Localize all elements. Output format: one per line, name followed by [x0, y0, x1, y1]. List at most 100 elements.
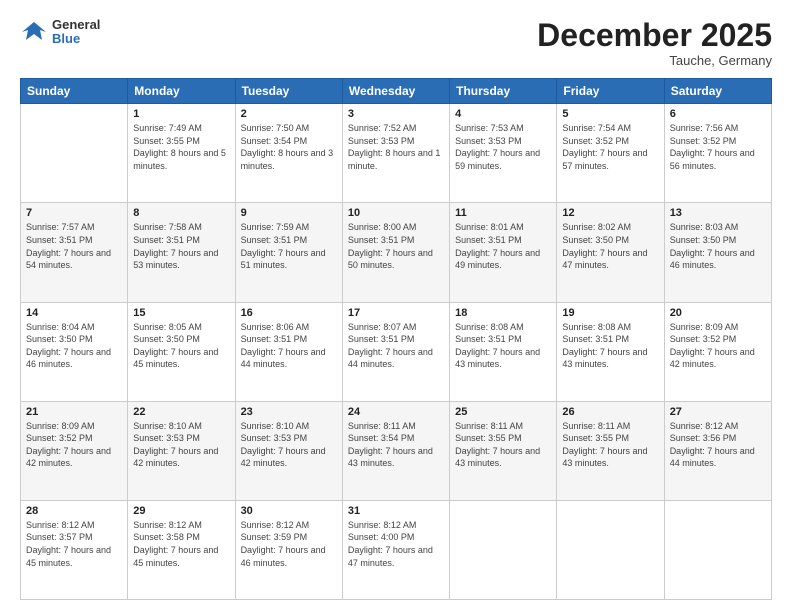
day-number: 2	[241, 108, 337, 120]
day-number: 12	[562, 207, 658, 219]
day-number: 27	[670, 406, 766, 418]
calendar-week-row: 21 Sunrise: 8:09 AM Sunset: 3:52 PM Dayli…	[21, 401, 772, 500]
day-info: Sunrise: 8:00 AM Sunset: 3:51 PM Dayligh…	[348, 221, 444, 271]
day-info: Sunrise: 8:12 AM Sunset: 4:00 PM Dayligh…	[348, 519, 444, 569]
day-info: Sunrise: 7:49 AM Sunset: 3:55 PM Dayligh…	[133, 122, 229, 172]
table-row: 29 Sunrise: 8:12 AM Sunset: 3:58 PM Dayli…	[128, 500, 235, 599]
calendar-week-row: 1 Sunrise: 7:49 AM Sunset: 3:55 PM Daylig…	[21, 104, 772, 203]
month-title: December 2025	[537, 18, 772, 53]
table-row: 28 Sunrise: 8:12 AM Sunset: 3:57 PM Dayli…	[21, 500, 128, 599]
day-number: 8	[133, 207, 229, 219]
day-number: 9	[241, 207, 337, 219]
day-number: 4	[455, 108, 551, 120]
table-row: 7Sunrise: 7:57 AM Sunset: 3:51 PM Daylig…	[21, 203, 128, 302]
col-friday: Friday	[557, 79, 664, 104]
day-info: Sunrise: 8:03 AM Sunset: 3:50 PM Dayligh…	[670, 221, 766, 271]
table-row: 27 Sunrise: 8:12 AM Sunset: 3:56 PM Dayli…	[664, 401, 771, 500]
calendar-table: Sunday Monday Tuesday Wednesday Thursday…	[20, 78, 772, 600]
day-number: 26	[562, 406, 658, 418]
table-row: 18 Sunrise: 8:08 AM Sunset: 3:51 PM Dayli…	[450, 302, 557, 401]
day-info: Sunrise: 8:12 AM Sunset: 3:57 PM Dayligh…	[26, 519, 122, 569]
calendar-header-row: Sunday Monday Tuesday Wednesday Thursday…	[21, 79, 772, 104]
day-info: Sunrise: 8:02 AM Sunset: 3:50 PM Dayligh…	[562, 221, 658, 271]
table-row	[664, 500, 771, 599]
location-subtitle: Tauche, Germany	[537, 53, 772, 68]
table-row: 2 Sunrise: 7:50 AM Sunset: 3:54 PM Daylig…	[235, 104, 342, 203]
table-row: 13 Sunrise: 8:03 AM Sunset: 3:50 PM Dayli…	[664, 203, 771, 302]
day-number: 1	[133, 108, 229, 120]
day-number: 11	[455, 207, 551, 219]
table-row: 3Sunrise: 7:52 AM Sunset: 3:53 PM Daylig…	[342, 104, 449, 203]
logo-general: General	[52, 18, 100, 32]
day-info: Sunrise: 7:50 AM Sunset: 3:54 PM Dayligh…	[241, 122, 337, 172]
day-info: Sunrise: 8:12 AM Sunset: 3:58 PM Dayligh…	[133, 519, 229, 569]
day-info: Sunrise: 8:08 AM Sunset: 3:51 PM Dayligh…	[562, 321, 658, 371]
day-number: 28	[26, 505, 122, 517]
table-row: 21 Sunrise: 8:09 AM Sunset: 3:52 PM Dayli…	[21, 401, 128, 500]
calendar-week-row: 7Sunrise: 7:57 AM Sunset: 3:51 PM Daylig…	[21, 203, 772, 302]
day-info: Sunrise: 8:10 AM Sunset: 3:53 PM Dayligh…	[133, 420, 229, 470]
page: General Blue December 2025 Tauche, Germa…	[0, 0, 792, 612]
table-row: 19 Sunrise: 8:08 AM Sunset: 3:51 PM Dayli…	[557, 302, 664, 401]
day-number: 25	[455, 406, 551, 418]
table-row: 30 Sunrise: 8:12 AM Sunset: 3:59 PM Dayli…	[235, 500, 342, 599]
day-number: 24	[348, 406, 444, 418]
table-row: 5 Sunrise: 7:54 AM Sunset: 3:52 PM Daylig…	[557, 104, 664, 203]
day-number: 21	[26, 406, 122, 418]
table-row: 10 Sunrise: 8:00 AM Sunset: 3:51 PM Dayli…	[342, 203, 449, 302]
day-number: 5	[562, 108, 658, 120]
day-number: 18	[455, 307, 551, 319]
day-number: 31	[348, 505, 444, 517]
day-info: Sunrise: 7:59 AM Sunset: 3:51 PM Dayligh…	[241, 221, 337, 271]
logo: General Blue	[20, 18, 100, 47]
day-number: 23	[241, 406, 337, 418]
table-row: 24Sunrise: 8:11 AM Sunset: 3:54 PM Dayli…	[342, 401, 449, 500]
day-info: Sunrise: 8:12 AM Sunset: 3:56 PM Dayligh…	[670, 420, 766, 470]
table-row: 25 Sunrise: 8:11 AM Sunset: 3:55 PM Dayli…	[450, 401, 557, 500]
calendar-week-row: 14Sunrise: 8:04 AM Sunset: 3:50 PM Dayli…	[21, 302, 772, 401]
day-info: Sunrise: 7:57 AM Sunset: 3:51 PM Dayligh…	[26, 221, 122, 271]
day-info: Sunrise: 8:12 AM Sunset: 3:59 PM Dayligh…	[241, 519, 337, 569]
day-number: 10	[348, 207, 444, 219]
table-row	[557, 500, 664, 599]
day-info: Sunrise: 8:09 AM Sunset: 3:52 PM Dayligh…	[26, 420, 122, 470]
day-number: 22	[133, 406, 229, 418]
day-info: Sunrise: 8:04 AM Sunset: 3:50 PM Dayligh…	[26, 321, 122, 371]
day-info: Sunrise: 7:52 AM Sunset: 3:53 PM Dayligh…	[348, 122, 444, 172]
day-info: Sunrise: 7:56 AM Sunset: 3:52 PM Dayligh…	[670, 122, 766, 172]
day-number: 15	[133, 307, 229, 319]
logo-text: General Blue	[52, 18, 100, 47]
logo-bird-icon	[20, 18, 48, 46]
table-row: 16 Sunrise: 8:06 AM Sunset: 3:51 PM Dayli…	[235, 302, 342, 401]
table-row	[450, 500, 557, 599]
table-row: 9 Sunrise: 7:59 AM Sunset: 3:51 PM Daylig…	[235, 203, 342, 302]
table-row: 22 Sunrise: 8:10 AM Sunset: 3:53 PM Dayli…	[128, 401, 235, 500]
table-row: 1 Sunrise: 7:49 AM Sunset: 3:55 PM Daylig…	[128, 104, 235, 203]
table-row: 11 Sunrise: 8:01 AM Sunset: 3:51 PM Dayli…	[450, 203, 557, 302]
table-row: 8Sunrise: 7:58 AM Sunset: 3:51 PM Daylig…	[128, 203, 235, 302]
table-row: 6 Sunrise: 7:56 AM Sunset: 3:52 PM Daylig…	[664, 104, 771, 203]
table-row: 4Sunrise: 7:53 AM Sunset: 3:53 PM Daylig…	[450, 104, 557, 203]
col-saturday: Saturday	[664, 79, 771, 104]
day-info: Sunrise: 7:54 AM Sunset: 3:52 PM Dayligh…	[562, 122, 658, 172]
table-row: 26 Sunrise: 8:11 AM Sunset: 3:55 PM Dayli…	[557, 401, 664, 500]
day-number: 16	[241, 307, 337, 319]
col-wednesday: Wednesday	[342, 79, 449, 104]
day-info: Sunrise: 8:06 AM Sunset: 3:51 PM Dayligh…	[241, 321, 337, 371]
day-number: 13	[670, 207, 766, 219]
day-number: 19	[562, 307, 658, 319]
table-row: 14Sunrise: 8:04 AM Sunset: 3:50 PM Dayli…	[21, 302, 128, 401]
day-info: Sunrise: 8:01 AM Sunset: 3:51 PM Dayligh…	[455, 221, 551, 271]
day-info: Sunrise: 8:08 AM Sunset: 3:51 PM Dayligh…	[455, 321, 551, 371]
day-info: Sunrise: 8:11 AM Sunset: 3:55 PM Dayligh…	[455, 420, 551, 470]
table-row: 23Sunrise: 8:10 AM Sunset: 3:53 PM Dayli…	[235, 401, 342, 500]
title-block: December 2025 Tauche, Germany	[537, 18, 772, 68]
day-number: 29	[133, 505, 229, 517]
col-monday: Monday	[128, 79, 235, 104]
day-number: 30	[241, 505, 337, 517]
day-number: 6	[670, 108, 766, 120]
day-info: Sunrise: 8:11 AM Sunset: 3:55 PM Dayligh…	[562, 420, 658, 470]
logo-blue: Blue	[52, 32, 100, 46]
col-thursday: Thursday	[450, 79, 557, 104]
day-number: 17	[348, 307, 444, 319]
